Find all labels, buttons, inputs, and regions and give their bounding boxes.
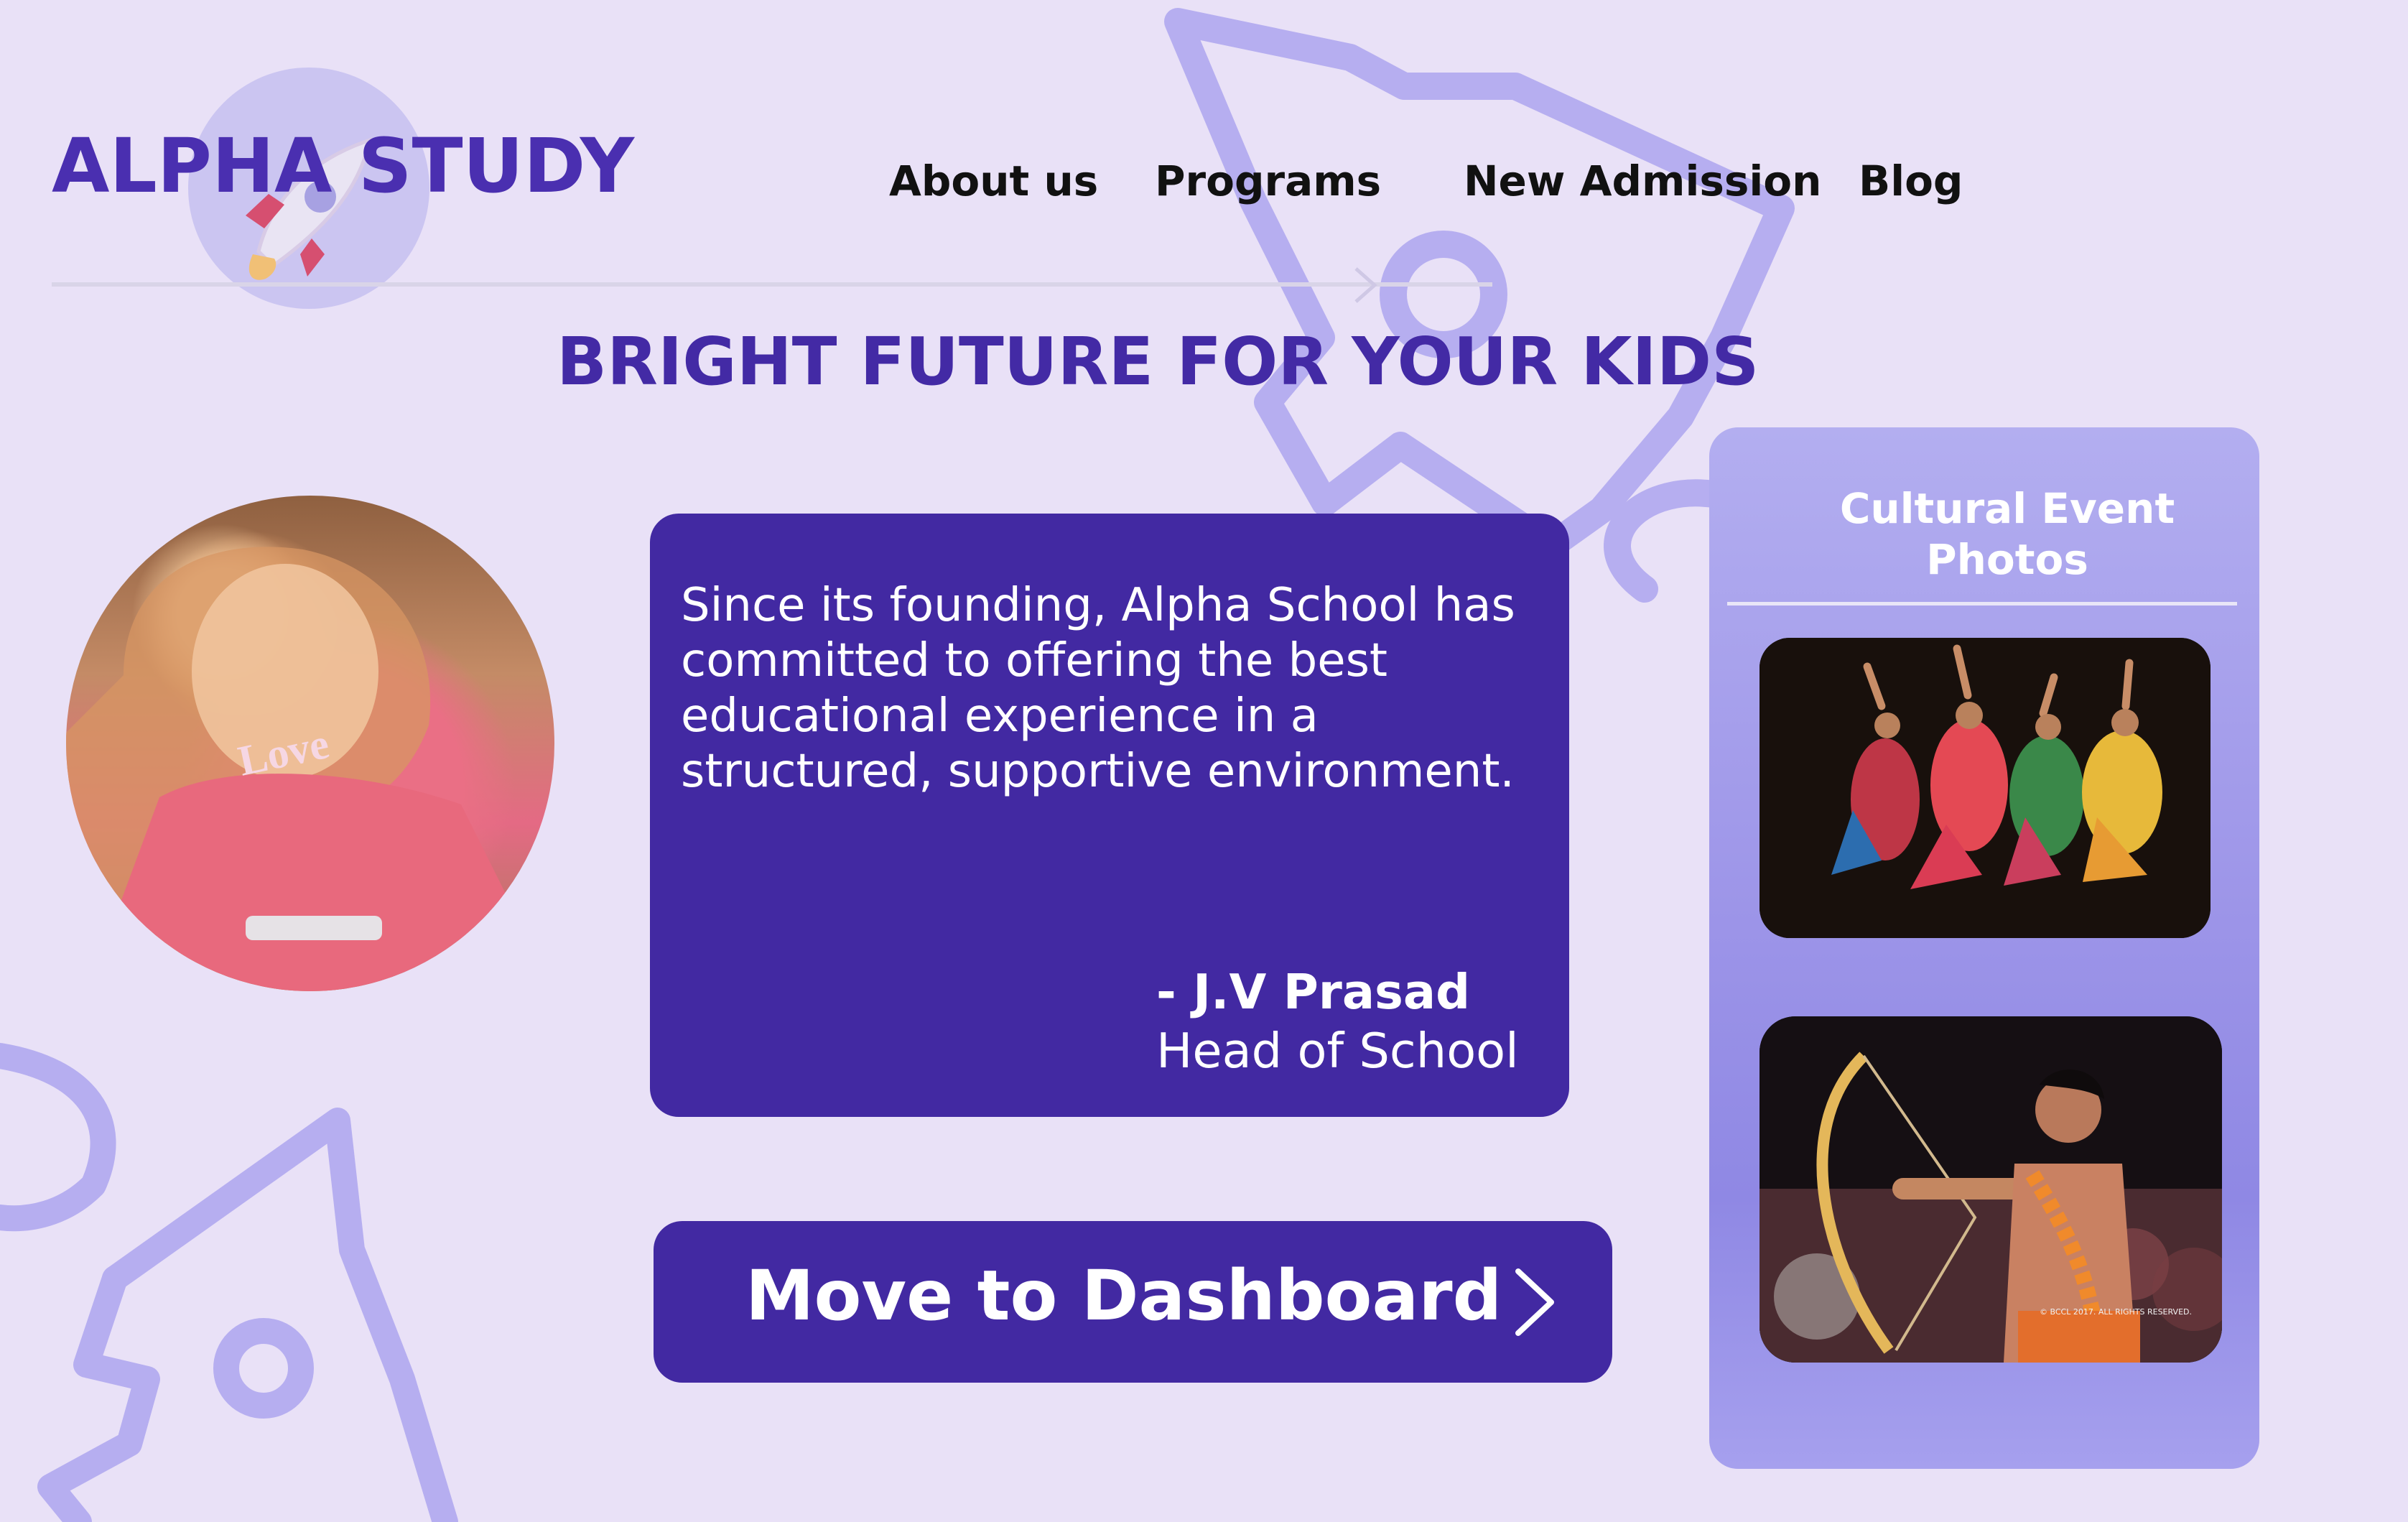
nav-new-admission[interactable]: New Admission	[1464, 157, 1821, 205]
svg-text:© BCCL 2017. ALL RIGHTS RESERV: © BCCL 2017. ALL RIGHTS RESERVED.	[2040, 1307, 2192, 1317]
archer-performance-photo[interactable]: © BCCL 2017. ALL RIGHTS RESERVED.	[1759, 1016, 2222, 1363]
gallery-title: Cultural Event Photos	[1839, 484, 2175, 584]
nav-blog[interactable]: Blog	[1859, 157, 1963, 205]
nav-programs[interactable]: Programs	[1155, 157, 1381, 205]
divider-arrow-icon	[1354, 267, 1377, 303]
hero-headline: BRIGHT FUTURE FOR YOUR KIDS	[557, 323, 1759, 400]
brand-logo[interactable]: ALPHA STUDY	[52, 122, 634, 210]
dance-event-photo[interactable]	[1759, 638, 2211, 938]
nav-about-us[interactable]: About us	[889, 157, 1098, 205]
author-title: Head of School	[1156, 1023, 1519, 1079]
student-photo: Love	[66, 496, 554, 991]
move-to-dashboard-button[interactable]: Move to Dashboard	[654, 1221, 1612, 1383]
background-rocket-icon-bottom	[0, 1043, 458, 1522]
chevron-right-icon	[1515, 1268, 1554, 1336]
gallery-divider	[1727, 602, 2237, 605]
dashboard-button-label: Move to Dashboard	[745, 1256, 1502, 1336]
author-name: - J.V Prasad	[1156, 964, 1471, 1020]
quote-text: Since its founding, Alpha School has com…	[681, 579, 1515, 798]
header-divider	[52, 282, 1492, 287]
quote-author: - J.V Prasad Head of School	[1156, 962, 1519, 1080]
